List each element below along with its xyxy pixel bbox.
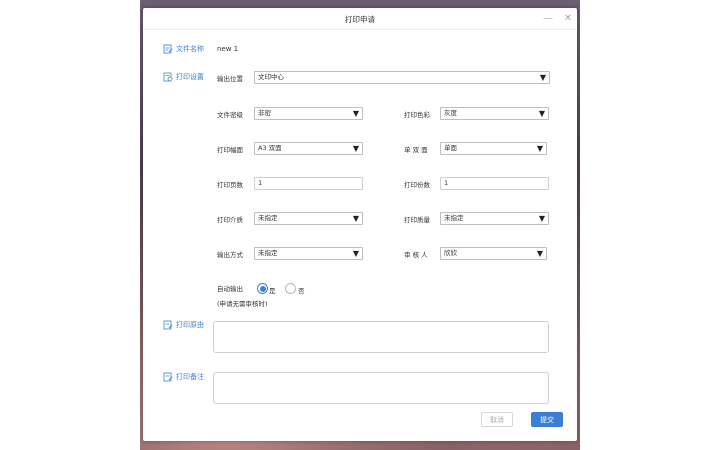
reason-textarea[interactable] (213, 321, 549, 353)
dialog-title: 打印申请 (345, 15, 375, 24)
output-method-select[interactable]: 未指定 ▼ (254, 247, 363, 260)
remarks-textarea[interactable] (213, 372, 549, 404)
quality-value: 未指定 (444, 214, 464, 222)
pages-label: 打印页数 (217, 181, 243, 189)
submit-button[interactable]: 提交 (531, 412, 563, 427)
auto-output-yes-radio[interactable] (257, 283, 268, 294)
close-button[interactable]: ✕ (561, 12, 575, 26)
paper-size-label: 打印幅面 (217, 146, 243, 154)
duplex-label: 单 双 面 (404, 146, 428, 154)
edit-doc-icon (163, 320, 173, 330)
duplex-value: 单面 (444, 144, 457, 152)
media-value: 未指定 (258, 214, 278, 222)
chevron-down-icon: ▼ (352, 109, 359, 118)
color-select[interactable]: 灰度 ▼ (440, 107, 549, 120)
security-level-label: 文件密级 (217, 111, 243, 119)
minimize-button[interactable]: — (541, 12, 555, 26)
auto-output-no-label: 否 (298, 287, 305, 295)
title-bar: 打印申请 — ✕ (143, 8, 577, 30)
chevron-down-icon: ▼ (536, 144, 543, 153)
media-label: 打印介质 (217, 216, 243, 224)
print-settings-label-text: 打印设置 (176, 73, 204, 81)
color-label: 打印色彩 (404, 111, 430, 119)
output-location-label: 输出位置 (217, 75, 243, 83)
paper-size-select[interactable]: A3 双面 ▼ (254, 142, 363, 155)
chevron-down-icon: ▼ (352, 214, 359, 223)
copies-label: 打印份数 (404, 181, 430, 189)
edit-doc-icon (163, 44, 173, 54)
reviewer-select[interactable]: 欣欣 ▼ (440, 247, 547, 260)
reason-label-text: 打印原由 (176, 321, 204, 329)
quality-select[interactable]: 未指定 ▼ (440, 212, 549, 225)
output-method-value: 未指定 (258, 249, 278, 257)
security-level-select[interactable]: 非密 ▼ (254, 107, 363, 120)
chevron-down-icon: ▼ (536, 249, 543, 258)
print-settings-label: 打印设置 (163, 71, 204, 83)
chevron-down-icon: ▼ (538, 109, 545, 118)
output-location-select[interactable]: 文印中心 ▼ (254, 71, 550, 84)
auto-output-note: (申请无需审核时) (217, 300, 268, 308)
remarks-label-text: 打印备注 (176, 373, 204, 381)
output-location-value: 文印中心 (258, 73, 284, 81)
copies-input[interactable]: 1 (440, 177, 549, 190)
chevron-down-icon: ▼ (352, 249, 359, 258)
chevron-down-icon: ▼ (352, 144, 359, 153)
auto-output-no-radio[interactable] (285, 283, 296, 294)
reviewer-value: 欣欣 (444, 249, 457, 257)
auto-output-yes-label: 是 (269, 287, 276, 295)
output-method-label: 输出方式 (217, 251, 243, 259)
file-name-label-text: 文件名称 (176, 45, 204, 53)
reviewer-label: 审 核 人 (404, 251, 428, 259)
chevron-down-icon: ▼ (539, 73, 546, 82)
reason-label: 打印原由 (163, 319, 204, 331)
pages-input[interactable]: 1 (254, 177, 363, 190)
auto-output-label: 自动输出 (217, 285, 243, 293)
settings-doc-icon (163, 72, 173, 82)
security-level-value: 非密 (258, 109, 271, 117)
color-value: 灰度 (444, 109, 457, 117)
file-name-label: 文件名称 (163, 43, 204, 55)
cancel-button[interactable]: 取消 (481, 412, 513, 427)
remarks-label: 打印备注 (163, 371, 204, 383)
edit-doc-icon (163, 372, 173, 382)
paper-size-value: A3 双面 (258, 144, 282, 152)
quality-label: 打印质量 (404, 216, 430, 224)
duplex-select[interactable]: 单面 ▼ (440, 142, 547, 155)
file-name-value: new 1 (217, 45, 239, 53)
chevron-down-icon: ▼ (538, 214, 545, 223)
media-select[interactable]: 未指定 ▼ (254, 212, 363, 225)
print-request-dialog: 打印申请 — ✕ 文件名称 new 1 打印设置 输出位置 文印中心 ▼ 文件密… (143, 8, 577, 441)
